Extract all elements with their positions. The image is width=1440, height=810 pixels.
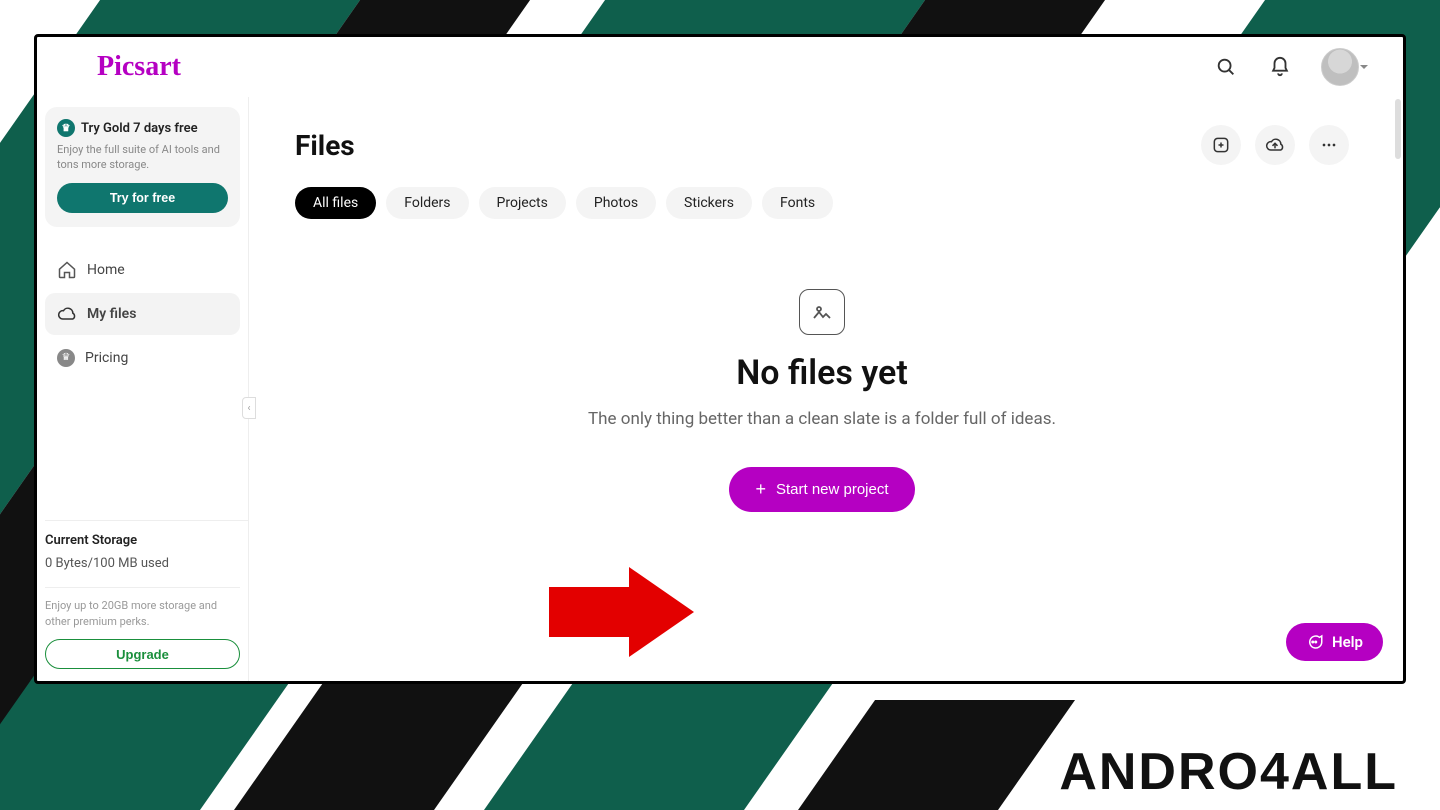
app-window: Picsart ♛ Try Gold 7 days free Enjoy the… (34, 34, 1406, 684)
help-label: Help (1332, 633, 1363, 651)
upgrade-button[interactable]: Upgrade (45, 639, 240, 669)
new-folder-button[interactable] (1201, 125, 1241, 165)
tab-projects[interactable]: Projects (479, 187, 566, 219)
more-menu-button[interactable] (1309, 125, 1349, 165)
empty-title: No files yet (542, 353, 1102, 393)
sidebar-item-pricing[interactable]: ♛ Pricing (45, 337, 240, 379)
tab-photos[interactable]: Photos (576, 187, 656, 219)
sidebar-item-label: Home (87, 262, 125, 278)
sidebar-item-label: My files (87, 306, 136, 322)
bell-icon[interactable] (1267, 54, 1293, 80)
sidebar-item-label: Pricing (85, 350, 128, 366)
promo-subtitle: Enjoy the full suite of AI tools and ton… (57, 143, 228, 173)
main-panel: Files All files Folders Projects (249, 97, 1403, 681)
home-icon (57, 260, 77, 280)
tab-fonts[interactable]: Fonts (762, 187, 833, 219)
storage-value: 0 Bytes/100 MB used (45, 556, 240, 571)
help-button[interactable]: Help (1286, 623, 1383, 661)
plus-icon: + (755, 479, 766, 500)
gold-promo-card: ♛ Try Gold 7 days free Enjoy the full su… (45, 107, 240, 227)
storage-note: Enjoy up to 20GB more storage and other … (45, 587, 240, 629)
start-button-label: Start new project (776, 481, 889, 498)
dots-icon (1319, 135, 1339, 155)
brand-logo[interactable]: Picsart (97, 51, 181, 83)
avatar[interactable] (1321, 48, 1359, 86)
tab-stickers[interactable]: Stickers (666, 187, 752, 219)
tab-all-files[interactable]: All files (295, 187, 376, 219)
chat-icon (1306, 633, 1324, 651)
sidebar: ♛ Try Gold 7 days free Enjoy the full su… (37, 97, 249, 681)
storage-heading: Current Storage (45, 533, 240, 548)
scrollbar[interactable] (1395, 99, 1401, 159)
search-icon[interactable] (1213, 54, 1239, 80)
crown-icon: ♛ (57, 349, 75, 367)
upload-button[interactable] (1255, 125, 1295, 165)
filter-tabs: All files Folders Projects Photos Sticke… (295, 187, 1349, 219)
folder-plus-icon (1211, 135, 1231, 155)
start-new-project-button[interactable]: + Start new project (729, 467, 914, 512)
empty-state: No files yet The only thing better than … (542, 289, 1102, 512)
top-bar: Picsart (37, 37, 1403, 97)
sidebar-item-myfiles[interactable]: My files (45, 293, 240, 335)
cloud-upload-icon (1265, 135, 1285, 155)
crown-icon: ♛ (57, 119, 75, 137)
tab-folders[interactable]: Folders (386, 187, 468, 219)
sidebar-nav: Home My files ♛ Pricing (45, 249, 248, 379)
try-free-button[interactable]: Try for free (57, 183, 228, 213)
annotation-arrow (549, 567, 699, 657)
promo-title: Try Gold 7 days free (81, 121, 198, 136)
cloud-icon (57, 304, 77, 324)
watermark-text: ANDRO4ALL (1059, 742, 1398, 802)
image-icon (799, 289, 845, 335)
page-title: Files (295, 129, 355, 162)
sidebar-item-home[interactable]: Home (45, 249, 240, 291)
empty-subtitle: The only thing better than a clean slate… (542, 407, 1102, 433)
